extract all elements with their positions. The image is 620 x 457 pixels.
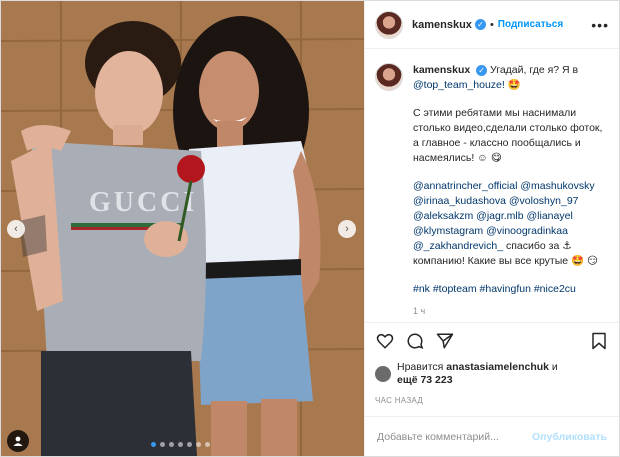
bookmark-icon (592, 332, 606, 349)
verified-badge-icon: ✓ (476, 65, 488, 76)
carousel-dot (151, 442, 156, 447)
carousel-dot (196, 442, 201, 447)
person-icon (13, 436, 23, 446)
tagged-users-button[interactable] (7, 430, 29, 452)
liker-username[interactable]: anastasiamelenchuk (446, 361, 549, 373)
photo-illustration: GUCCI (1, 1, 364, 456)
header-username[interactable]: kamenskux (412, 19, 472, 31)
hashtags[interactable]: #nk #topteam #havingfun #nice2cu (413, 282, 609, 297)
verified-badge-icon: ✓ (474, 19, 486, 30)
comment-button[interactable] (405, 331, 425, 351)
emoji: 😏 (587, 255, 598, 267)
separator: • (489, 18, 494, 31)
avatar[interactable] (375, 10, 403, 39)
save-button[interactable] (589, 331, 609, 351)
next-slide-button[interactable]: › (338, 220, 356, 238)
comment-input[interactable] (377, 430, 533, 443)
shirt-print: GUCCI (89, 187, 197, 218)
paper-plane-icon (436, 333, 454, 348)
chevron-left-icon: ‹ (14, 223, 18, 235)
carousel-dot (169, 442, 174, 447)
carousel-dot (187, 442, 192, 447)
emoji: 😋 (490, 152, 502, 164)
post-sidebar: kamenskux ✓ • Подписаться ••• kamenskux … (364, 1, 619, 456)
caption-username[interactable]: kamenskux (413, 64, 470, 76)
share-button[interactable] (435, 331, 455, 351)
caption-line: Угадай, где я? Я в (490, 64, 579, 76)
like-button[interactable] (375, 331, 395, 351)
carousel-dot (205, 442, 210, 447)
caption-timestamp: 1 ч (413, 306, 426, 316)
previous-slide-button[interactable]: ‹ (7, 220, 25, 238)
likes-summary: Нравится anastasiamelenchuk и ещё 73 223 (365, 358, 619, 390)
post-photo[interactable]: GUCCI ‹ › (1, 1, 364, 456)
chevron-right-icon: › (345, 223, 349, 235)
heart-icon (376, 333, 394, 349)
more-options-icon[interactable]: ••• (591, 17, 609, 33)
mention-link[interactable]: @top_team_houze! (413, 79, 505, 91)
caption-paragraph: С этими ребятами мы наснимали столько ви… (413, 107, 603, 164)
liker-avatar[interactable] (375, 366, 391, 382)
comment-form: Опубликовать (365, 416, 619, 456)
caption-avatar[interactable] (375, 63, 403, 91)
comment-icon (407, 333, 424, 349)
follow-button[interactable]: Подписаться (498, 19, 563, 30)
caption-text: спасибо за (505, 240, 560, 252)
posted-time: ЧАС НАЗАД (375, 396, 424, 405)
emoji: 🤩 (571, 255, 585, 267)
likes-and: и (551, 361, 558, 373)
publish-button[interactable]: Опубликовать (532, 431, 607, 443)
carousel-indicator (151, 442, 210, 447)
caption: kamenskux ✓ Угадай, где я? Я в @top_team… (413, 63, 609, 322)
emoji: ⚓ (562, 240, 572, 252)
carousel-dot (178, 442, 183, 447)
post-header: kamenskux ✓ • Подписаться ••• (365, 1, 619, 49)
action-bar (365, 322, 619, 358)
caption-area: kamenskux ✓ Угадай, где я? Я в @top_team… (365, 49, 619, 322)
likes-prefix: Нравится (397, 361, 444, 373)
emoji: 🤩 (507, 79, 521, 91)
likes-count[interactable]: ещё 73 223 (397, 374, 453, 386)
caption-text: компанию! Какие вы все крутые (413, 255, 569, 267)
carousel-dot (160, 442, 165, 447)
instagram-post: GUCCI ‹ › kamenskux ✓ • Подписаться ••• … (0, 0, 620, 457)
